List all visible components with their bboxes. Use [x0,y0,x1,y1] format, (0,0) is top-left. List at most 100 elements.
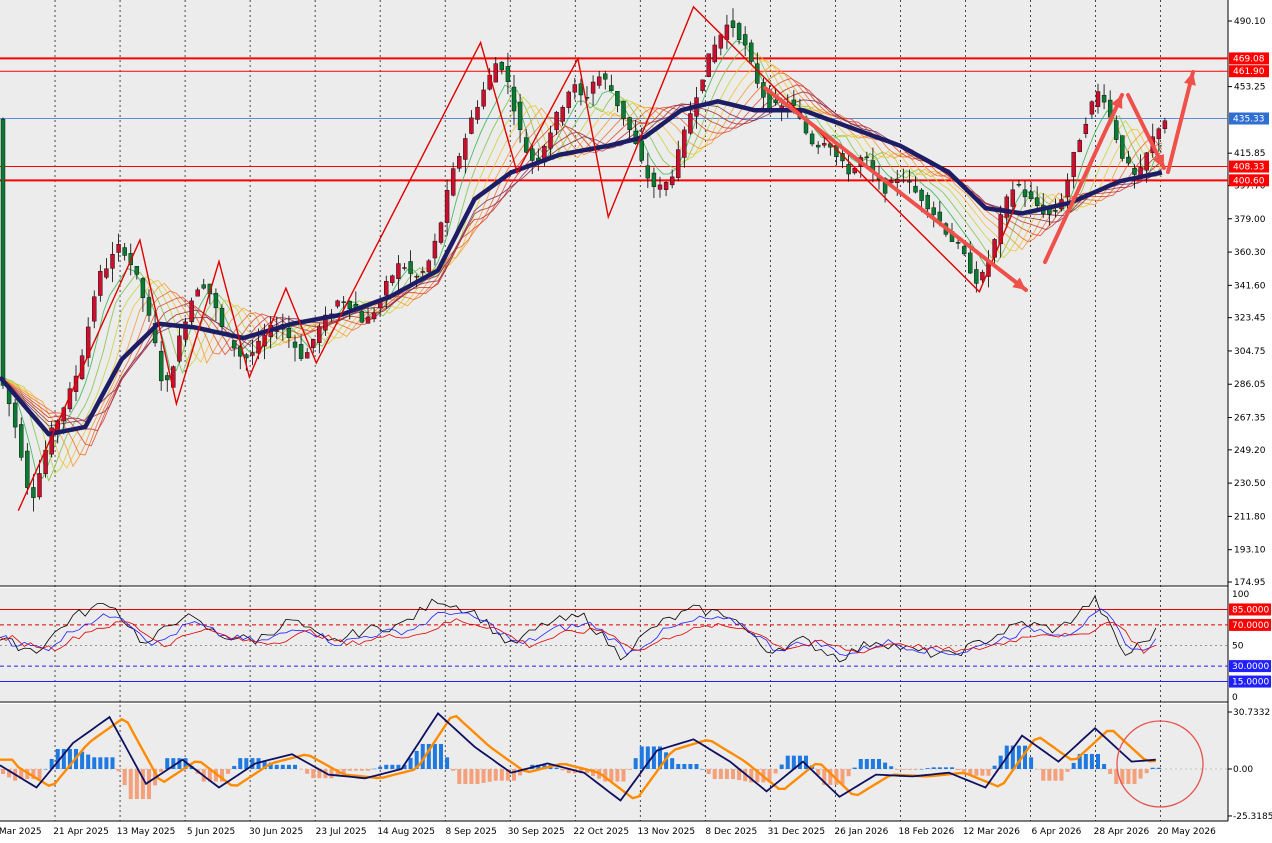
macd-bar [992,765,997,769]
candle-body [505,66,511,82]
rsi-tag-label: 85.0000 [1232,605,1269,615]
price-tag-label: 469.08 [1233,54,1265,64]
price-tick-label: 230.50 [1234,479,1266,489]
macd-bar [92,757,97,769]
macd-bar [694,763,699,769]
macd-bar [1102,763,1107,769]
price-tick-label: 286.05 [1234,380,1266,390]
rsi-tag-label: 15.0000 [1232,678,1269,688]
macd-bar [706,769,711,775]
candle-body [980,271,985,281]
macd-bar [366,769,370,771]
candle-body [718,34,724,49]
candle-body [901,179,906,182]
price-tick-label: 304.75 [1234,347,1266,357]
macd-bar [731,769,735,780]
macd-tick-label: -25.3185 [1233,812,1272,822]
macd-bar [280,764,285,769]
macd-bar [311,769,316,779]
candle-body [621,100,626,119]
candle-body [736,23,742,40]
candle-body [371,312,377,320]
macd-bar [676,763,681,769]
candle-body [809,133,815,145]
candle-body [554,111,559,131]
candle-body [286,328,292,338]
candle-body [907,180,912,183]
candle-body [572,84,578,93]
macd-bar [165,758,170,769]
time-label: 22 Oct 2025 [573,827,629,837]
time-label: 7 Mar 2025 [0,827,42,837]
candle-body [1089,101,1095,115]
macd-bar [1083,753,1088,769]
macd-bar [134,769,139,800]
macd-bar [621,769,626,782]
time-label: 23 Jul 2025 [316,827,367,837]
price-panel[interactable] [0,0,1228,585]
macd-bar [147,769,151,800]
candle-body [359,311,365,323]
candle-body [1071,152,1076,177]
macd-bar [1059,769,1064,781]
macd-bar [785,755,790,769]
macd-bar [986,769,991,776]
macd-bar [43,769,48,770]
candle-body [931,207,936,215]
candle-body [712,44,717,63]
candle-body [1034,197,1040,207]
time-label: 6 Apr 2026 [1031,827,1081,837]
candle-body [1101,94,1107,103]
time-axis-labels: 7 Mar 2025 21 Apr 2025 13 May 2025 5 Jun 20… [0,827,1216,837]
candle-body [1016,183,1022,186]
macd-bar [432,743,437,769]
candle-body [1083,123,1089,134]
trading-chart[interactable]: 490.10 453.25 415.85 397.70 379.00 360.30 341.… [0,0,1272,839]
rsi-panel[interactable] [0,588,1228,701]
candle-body [201,284,206,289]
macd-bar [870,758,875,769]
candle-body [390,275,395,283]
time-label: 12 Mar 2026 [963,827,1020,837]
candle-body [578,83,584,96]
macd-bar [384,764,389,769]
chart-canvas[interactable]: 490.10453.25415.85397.70379.00360.30341.… [0,0,1272,839]
macd-bar [274,764,279,769]
macd-bar [487,769,492,782]
candle-body [457,156,462,169]
candle-body [469,117,474,134]
macd-bar [779,764,784,769]
candle-body [1028,191,1034,200]
macd-bar [852,767,857,769]
macd-bar [353,769,358,771]
macd-bar [858,758,863,769]
time-label: 13 Nov 2025 [637,827,695,837]
time-label: 20 May 2026 [1157,827,1216,837]
candle-body [925,194,930,210]
candle-body [189,300,194,322]
candle-body [657,184,663,190]
macd-bar [396,764,401,769]
macd-bar [451,769,456,771]
macd-bar [1041,769,1046,781]
candle-body [1004,196,1009,218]
candle-body [724,24,730,40]
macd-bar [116,769,121,772]
candle-body [590,81,596,94]
candle-body [1126,156,1131,164]
macd-bar [931,767,936,769]
price-tick-label: 323.45 [1234,314,1266,324]
candle-body [347,300,352,310]
macd-bar [925,768,930,769]
macd-bar [627,769,632,770]
candle-body [304,352,310,359]
candle-body [420,271,425,273]
candle-body [408,261,413,274]
candle-body [475,106,480,120]
candle-body [1156,128,1162,140]
macd-bar [232,765,237,769]
candle-body [663,182,669,190]
macd-bar [615,769,620,782]
candle-body [1022,189,1028,198]
candle-body [402,267,407,269]
